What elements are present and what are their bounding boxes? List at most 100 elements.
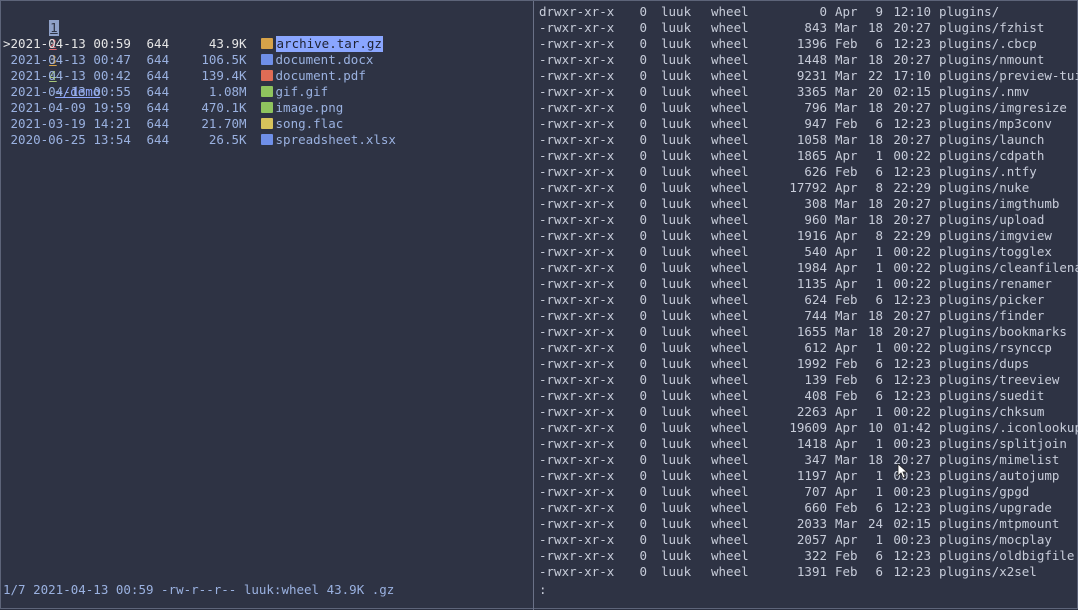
file-row[interactable]: 2021-03-19 14:21 644 21.70M song.flac [3, 116, 344, 132]
listing-row: -rwxr-xr-x 0 luuk wheel 1418 Apr 1 00:23 plugins… [539, 436, 1067, 452]
file-row[interactable]: 2021-04-09 19:59 644 470.1K image.png [3, 100, 344, 116]
listing-day: 20 [867, 84, 883, 99]
listing-user: luuk [661, 196, 692, 211]
file-perm: 644 [146, 116, 170, 131]
file-size: 139.4K [201, 68, 247, 83]
listing-mon: Apr [835, 276, 858, 291]
listing-day: 18 [867, 52, 883, 67]
listing-row: -rwxr-xr-x 0 luuk wheel 1135 Apr 1 00:22 plugins… [539, 276, 1052, 292]
listing-links: 0 [639, 132, 647, 147]
context-tab-1[interactable]: 1 [49, 20, 59, 36]
listing-user: luuk [661, 372, 692, 387]
file-name[interactable]: image.png [276, 100, 344, 116]
file-row[interactable]: 2021-04-13 00:55 644 1.08M gif.gif [3, 84, 329, 100]
listing-links: 0 [639, 500, 647, 515]
file-size: 1.08M [208, 84, 247, 99]
listing-user: luuk [661, 52, 692, 67]
listing-links: 0 [639, 324, 647, 339]
listing-size: 347 [804, 452, 827, 467]
listing-mon: Apr [835, 484, 858, 499]
listing-day: 18 [867, 308, 883, 323]
listing-time: 12:23 [893, 372, 931, 387]
file-name[interactable]: archive.tar.gz [275, 36, 383, 52]
pane-divider[interactable] [533, 1, 534, 610]
file-name[interactable]: song.flac [276, 116, 344, 132]
file-name[interactable]: document.pdf [276, 68, 366, 84]
listing-user: luuk [661, 276, 692, 291]
listing-row: -rwxr-xr-x 0 luuk wheel 17792 Apr 8 22:29 plugin… [539, 180, 1029, 196]
file-row[interactable]: >2021-04-13 00:59 644 43.9K archive.tar.gz [3, 36, 383, 52]
file-name[interactable]: spreadsheet.xlsx [276, 132, 396, 148]
listing-size: 1197 [796, 468, 827, 483]
listing-size: 1984 [796, 260, 827, 275]
listing-group: wheel [711, 276, 749, 291]
listing-row: -rwxr-xr-x 0 luuk wheel 707 Apr 1 00:23 plugins/… [539, 484, 1029, 500]
listing-row: -rwxr-xr-x 0 luuk wheel 2033 Mar 24 02:15 plugin… [539, 516, 1059, 532]
file-name[interactable]: gif.gif [276, 84, 329, 100]
file-perm: 644 [146, 36, 170, 51]
listing-group: wheel [711, 196, 749, 211]
listing-user: luuk [661, 484, 692, 499]
listing-row: -rwxr-xr-x 0 luuk wheel 612 Apr 1 00:22 plugins/… [539, 340, 1052, 356]
file-size: 470.1K [201, 100, 247, 115]
listing-perm: -rwxr-xr-x [539, 276, 615, 291]
listing-row: -rwxr-xr-x 0 luuk wheel 626 Feb 6 12:23 plugins/… [539, 164, 1037, 180]
listing-links: 0 [639, 516, 647, 531]
listing-day: 1 [875, 436, 883, 451]
listing-time: 02:15 [893, 516, 931, 531]
listing-mon: Feb [835, 356, 858, 371]
status-line: 1/7 2021-04-13 00:59 -rw-r--r-- luuk:whe… [3, 582, 395, 597]
file-size: 43.9K [208, 36, 247, 51]
listing-user: luuk [661, 324, 692, 339]
listing-user: luuk [661, 36, 692, 51]
listing-perm: -rwxr-xr-x [539, 52, 615, 67]
listing-day: 6 [875, 116, 883, 131]
listing-group: wheel [711, 356, 749, 371]
listing-perm: -rwxr-xr-x [539, 68, 615, 83]
listing-path: plugins/fzhist [939, 20, 1045, 35]
listing-links: 0 [639, 468, 647, 483]
listing-time: 12:23 [893, 388, 931, 403]
listing-size: 139 [804, 372, 827, 387]
listing-time: 20:27 [893, 212, 931, 227]
file-manager-pane[interactable]: 1 2 3 4 ~/demo >2021-04-13 00:59 644 43.9K… [1, 1, 533, 610]
listing-mon: Feb [835, 372, 858, 387]
listing-day: 8 [875, 228, 883, 243]
file-row[interactable]: 2021-04-13 00:47 644 106.5K document.docx [3, 52, 374, 68]
listing-user: luuk [661, 4, 692, 19]
listing-user: luuk [661, 452, 692, 467]
listing-row: -rwxr-xr-x 0 luuk wheel 1396 Feb 6 12:23 plugins… [539, 36, 1037, 52]
command-prompt[interactable]: : [539, 582, 547, 598]
listing-path: plugins/chksum [939, 404, 1045, 419]
listing-time: 00:23 [893, 468, 931, 483]
listing-mon: Feb [835, 388, 858, 403]
listing-mon: Feb [835, 164, 858, 179]
listing-row: -rwxr-xr-x 0 luuk wheel 2263 Apr 1 00:22 plugins… [539, 404, 1044, 420]
listing-user: luuk [661, 132, 692, 147]
terminal-window: 1 2 3 4 ~/demo >2021-04-13 00:59 644 43.9K… [0, 0, 1078, 610]
listing-time: 12:23 [893, 164, 931, 179]
file-row[interactable]: 2021-04-13 00:42 644 139.4K document.pdf [3, 68, 366, 84]
listing-perm: -rwxr-xr-x [539, 468, 615, 483]
listing-path: plugins/togglex [939, 244, 1052, 259]
listing-perm: -rwxr-xr-x [539, 228, 615, 243]
listing-mon: Feb [835, 292, 858, 307]
listing-mon: Apr [835, 404, 858, 419]
listing-size: 1058 [796, 132, 827, 147]
listing-time: 20:27 [893, 308, 931, 323]
listing-path: plugins/imgview [939, 228, 1052, 243]
file-name[interactable]: document.docx [276, 52, 374, 68]
listing-links: 0 [639, 436, 647, 451]
listing-mon: Feb [835, 36, 858, 51]
listing-links: 0 [639, 100, 647, 115]
cursor-marker [3, 68, 11, 83]
listing-size: 744 [804, 308, 827, 323]
listing-links: 0 [639, 20, 647, 35]
listing-row: -rwxr-xr-x 0 luuk wheel 322 Feb 6 12:23 plugins/… [539, 548, 1074, 564]
listing-perm: -rwxr-xr-x [539, 116, 615, 131]
file-row[interactable]: 2020-06-25 13:54 644 26.5K spreadsheet.xlsx [3, 132, 396, 148]
listing-group: wheel [711, 244, 749, 259]
listing-row: -rwxr-xr-x 0 luuk wheel 9231 Mar 22 17:10 plugin… [539, 68, 1078, 84]
listing-links: 0 [639, 4, 647, 19]
listing-mon: Apr [835, 532, 858, 547]
